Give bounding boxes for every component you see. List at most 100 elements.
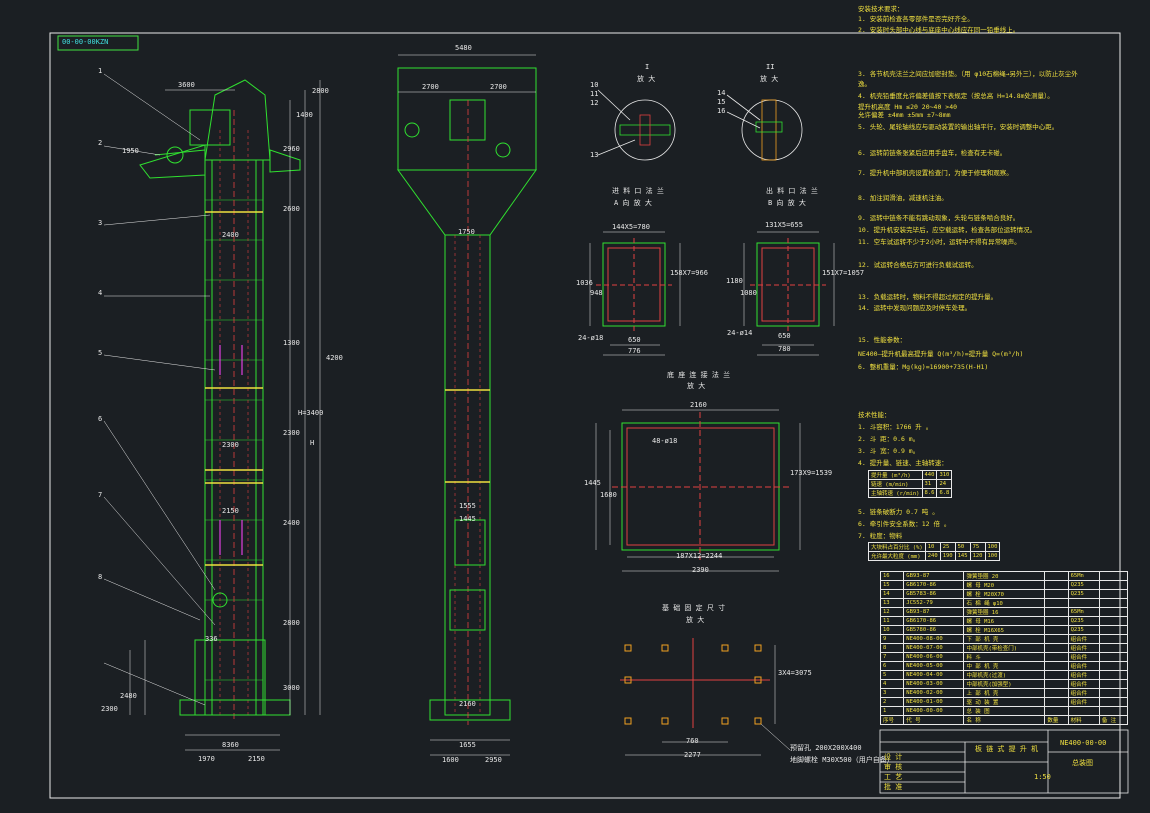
table-cell: 总 装 图 [963, 706, 1046, 716]
dimension-label: 3000 [283, 684, 300, 692]
title-row: 工 艺 [884, 773, 903, 781]
note-line: 7. 提升机中部机壳设置检查门，为便于修理和观察。 [858, 169, 1013, 177]
tech-item: 1. 斗容积：1766 升 。 [858, 423, 933, 431]
base-flange-drawing [595, 409, 801, 572]
table-cell [1044, 580, 1069, 590]
dimension-label: 1600 [442, 756, 459, 764]
note-line: 6. 整机重量：Mg(kg)=16900+735(H-H1) [858, 363, 989, 371]
table-cell [1044, 688, 1069, 698]
table-cell [1044, 652, 1069, 662]
dimension-label: 760 [686, 737, 699, 745]
table-cell [1044, 661, 1069, 671]
table-cell: 中 部 机 壳 [963, 661, 1046, 671]
table-cell: 9 [879, 634, 905, 644]
table-cell [1098, 661, 1129, 671]
table-cell: 120 [969, 551, 986, 561]
table-cell: 螺 母 M16 [963, 616, 1046, 626]
note-line: 14. 运转中发现问题应及时停车处理。 [858, 304, 972, 312]
dimension-label: 1400 [296, 111, 313, 119]
table-cell [1098, 607, 1129, 617]
note-line: 4. 机壳铅垂度允许偏差值按下表规定（按总高 H=14.8m处测量）。 [858, 92, 1054, 100]
dimension-label: 948 [590, 289, 603, 297]
part-number: 10 [590, 81, 599, 89]
dimension-label: 2160 [690, 401, 707, 409]
table-cell [1098, 616, 1129, 626]
table-cell: 16 [879, 571, 905, 581]
table-cell: 组合件 [1067, 652, 1100, 662]
table-header-cell: 名 称 [963, 715, 1046, 725]
table-cell: 25 [939, 542, 956, 552]
part-number: 4 [98, 289, 103, 297]
outlet-flange-title: 出 料 口 法 兰 [766, 187, 818, 195]
table-cell [1044, 679, 1069, 689]
drawing-number: NE400-00-00 [1060, 739, 1107, 747]
base-flange-subtitle: 放 大 [687, 382, 706, 390]
table-cell: 4 [879, 679, 905, 689]
table-cell [1098, 679, 1129, 689]
table-cell: 石 棉 绳 φ10 [963, 598, 1046, 608]
note-line: 9. 运转中链条不能有跳动现象，头轮与链条啮合良好。 [858, 214, 1020, 222]
table-row: 10 GB5780-86 螺 栓 M16X65 Q235 [879, 625, 1129, 635]
bill-of-materials: 16 GB93-87 弹簧垫圈 20 65Mn 15 GB6170-86 螺 母 M20 Q2… [879, 571, 1129, 725]
note-line: 11. 空车试运转不少于2小时，运转中不得有异常噪声。 [858, 238, 1021, 246]
table-cell [1067, 598, 1100, 608]
table-cell: 10 [879, 625, 905, 635]
note-line: 允许偏差 ±4mm ±5mm ±7~8mm [858, 111, 951, 119]
table-cell: 料 斗 [963, 652, 1046, 662]
table-cell: 240 [924, 551, 941, 561]
table-row: 14 GB5783-86 螺 栓 M20X70 Q235 [879, 589, 1129, 599]
dimension-label: 776 [628, 347, 641, 355]
note-line: 1. 安装前检查各零部件是否完好齐全。 [858, 15, 974, 23]
table-cell: NE400-01-00 [903, 697, 965, 707]
table-cell: GB6170-86 [903, 616, 965, 626]
table-cell [1044, 643, 1069, 653]
table-cell: 驱 动 装 置 [963, 697, 1046, 707]
dimension-label: 151X7=1057 [822, 269, 865, 277]
table-cell: 链速 (m/min) [868, 479, 923, 489]
tech-item: 6. 牵引件安全系数：12 倍 。 [858, 520, 951, 528]
table-cell: NE400-07-00 [903, 643, 965, 653]
table-cell: 10 [924, 542, 941, 552]
detail-I [597, 89, 676, 161]
table-cell: JC552-79 [903, 598, 965, 608]
dimension-label: 650 [778, 332, 791, 340]
table-row: 5 NE400-04-00 中部机壳(过渡) 组合件 [879, 670, 1129, 680]
anchor-note: 预留孔 200X200X400 [790, 744, 862, 752]
table-cell [1044, 607, 1069, 617]
table-cell: 中部机壳(过渡) [963, 670, 1046, 680]
left-elevation-view [103, 73, 321, 751]
table-row: 15 GB6170-86 螺 母 M20 Q235 [879, 580, 1129, 590]
table-cell: 5 [879, 670, 905, 680]
dimension-label: 1680 [600, 491, 617, 499]
note-line: 6. 运转前链条张紧后应用手盘车，检查有无卡碰。 [858, 149, 1007, 157]
part-number: 13 [590, 151, 599, 159]
dimension-label: 2300 [101, 705, 118, 713]
table-cell [1044, 634, 1069, 644]
dimension-label: 3600 [178, 81, 195, 89]
part-number: 11 [590, 90, 599, 98]
table-cell: 31 [921, 479, 938, 489]
table-cell [1044, 625, 1069, 635]
table-row: 2 NE400-01-00 驱 动 装 置 组合件 [879, 697, 1129, 707]
table-header-cell: 数量 [1044, 715, 1069, 725]
particle-table: 大块料占百分比 (%) 10 25 50 75 100 允许最大粒度 (mm) 240 190… [868, 542, 1001, 561]
table-cell: NE400-08-00 [903, 634, 965, 644]
table-cell [1098, 697, 1129, 707]
note-line: 10. 提升机安装完毕后，应空载运转，检查各部位运转情况。 [858, 226, 1037, 234]
title-row: 审 核 [884, 763, 903, 771]
dimension-label: 2390 [692, 566, 709, 574]
table-cell [1098, 580, 1129, 590]
table-cell: GB5780-86 [903, 625, 965, 635]
note-line: 15. 性能参数： [858, 336, 907, 344]
dimension-label: 1080 [740, 289, 757, 297]
table-cell: Q235 [1067, 616, 1100, 626]
table-cell: 组合件 [1067, 697, 1100, 707]
table-row: 3 NE400-02-00 上 部 机 壳 组合件 [879, 688, 1129, 698]
tech-item: 4. 提升量、链速、主轴转速： [858, 459, 948, 467]
dimension-label: 336 [205, 635, 218, 643]
inlet-flange-title: 进 料 口 法 兰 [612, 187, 664, 195]
table-cell: 大块料占百分比 (%) [868, 542, 926, 552]
table-cell: 允许最大粒度 (mm) [868, 551, 926, 561]
detail-label: II [766, 63, 775, 71]
anchor-plan-subtitle: 放 大 [686, 616, 705, 624]
